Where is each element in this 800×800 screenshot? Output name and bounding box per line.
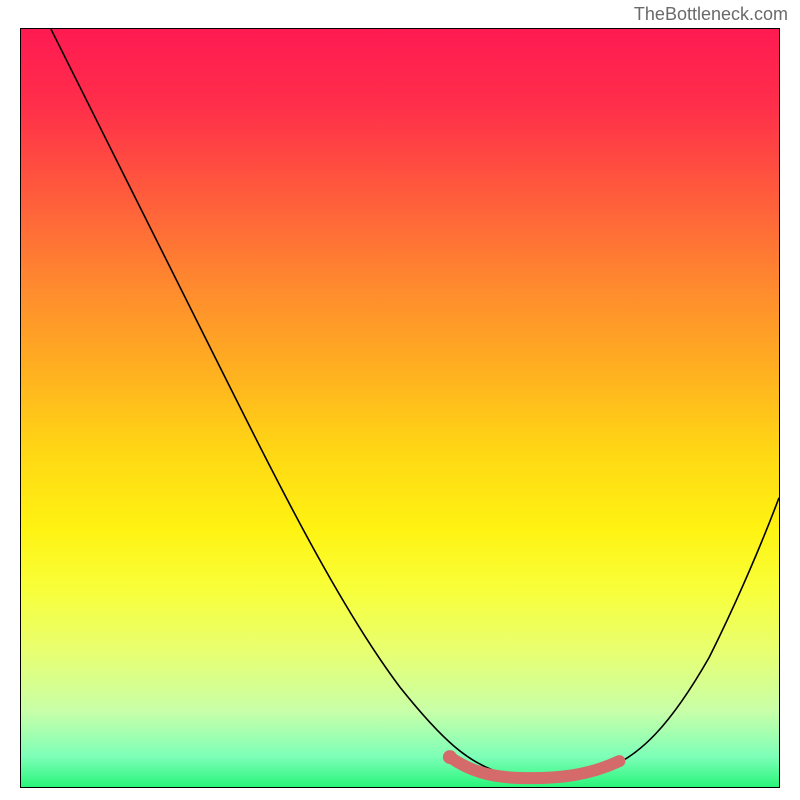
attribution-text: TheBottleneck.com (634, 4, 788, 25)
bottleneck-curve (51, 29, 779, 777)
chart-svg (21, 29, 779, 787)
optimal-range-highlight (450, 757, 620, 778)
optimal-range-start-dot (443, 750, 457, 764)
chart-frame (20, 28, 780, 788)
